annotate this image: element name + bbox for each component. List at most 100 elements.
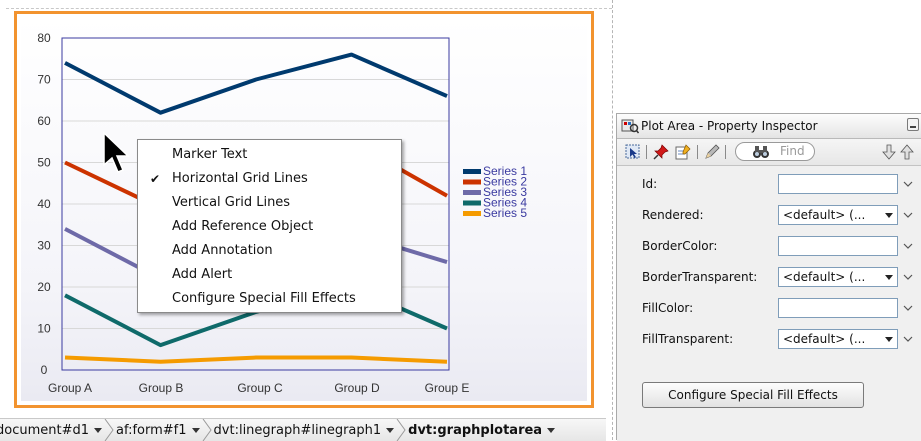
x-tick-label: Group D (334, 381, 380, 395)
menu-item-add-reference-object[interactable]: Add Reference Object (138, 215, 401, 239)
inspector-titlebar: Plot Area - Property Inspector (617, 114, 921, 139)
chevron-down-icon[interactable] (94, 427, 103, 433)
arrow-down-icon[interactable] (881, 144, 897, 160)
menu-item-label: Marker Text (172, 147, 248, 162)
chevron-down-icon[interactable] (903, 304, 913, 312)
component-breadcrumb: document#d1 af:form#f1 dvt:linegraph#lin… (0, 418, 606, 441)
pointer-cursor-icon (103, 131, 130, 173)
filltransparent-select[interactable]: <default> (... (778, 329, 898, 349)
chevron-down-icon[interactable] (903, 335, 913, 343)
menu-item-horizontal-grid-lines[interactable]: ✔ Horizontal Grid Lines (138, 167, 401, 191)
breadcrumb-item-form[interactable]: af:form#f1 (114, 419, 202, 441)
breadcrumb-separator-icon (202, 419, 212, 441)
breadcrumb-item-linegraph[interactable]: dvt:linegraph#linegraph1 (212, 419, 397, 441)
legend-swatch (463, 179, 481, 185)
property-label: Id: (642, 177, 658, 191)
y-tick-label: 10 (37, 322, 51, 336)
dropdown-arrow-icon (885, 337, 893, 342)
arrow-up-icon[interactable] (899, 144, 915, 160)
find-field[interactable]: Find (735, 142, 815, 161)
id-field[interactable] (778, 174, 898, 194)
menu-item-label: Add Reference Object (172, 219, 314, 234)
y-tick-label: 0 (41, 363, 48, 377)
x-tick-label: Group C (237, 381, 283, 395)
fillcolor-field[interactable] (778, 298, 898, 318)
chevron-down-icon[interactable] (903, 273, 913, 281)
inspector-toolbar: Find (617, 139, 921, 166)
toolbar-separator (646, 145, 647, 159)
dropdown-arrow-icon (885, 213, 893, 218)
binoculars-icon (753, 146, 769, 158)
menu-item-add-alert[interactable]: Add Alert (138, 263, 401, 287)
chevron-down-icon[interactable] (903, 211, 913, 219)
x-tick-label: Group B (139, 381, 184, 395)
breadcrumb-item-graphplotarea[interactable]: dvt:graphplotarea (406, 419, 557, 441)
select-value: <default> (... (783, 332, 866, 346)
property-row-rendered: Rendered: <default> (... (617, 205, 921, 227)
y-tick-label: 60 (37, 114, 51, 128)
breadcrumb-separator-icon (104, 419, 114, 441)
bordertransparent-select[interactable]: <default> (... (778, 267, 898, 287)
property-row-bordercolor: BorderColor: (617, 236, 921, 258)
menu-item-add-annotation[interactable]: Add Annotation (138, 239, 401, 263)
breadcrumb-label: dvt:graphplotarea (408, 422, 543, 438)
menu-item-marker-text[interactable]: Marker Text (138, 143, 401, 167)
chevron-down-icon[interactable] (547, 427, 556, 433)
dropdown-arrow-icon (885, 275, 893, 280)
legend-swatch (463, 200, 481, 206)
property-row-id: Id: (617, 174, 921, 196)
configure-special-fill-effects-button[interactable]: Configure Special Fill Effects (642, 382, 864, 408)
x-tick-label: Group A (48, 381, 92, 395)
breadcrumb-label: af:form#f1 (116, 422, 187, 438)
minimize-icon[interactable] (907, 118, 919, 131)
breadcrumb-label: dvt:linegraph#linegraph1 (213, 422, 382, 438)
edit-icon[interactable] (675, 144, 691, 160)
toolbar-separator (697, 145, 698, 159)
property-label: BorderColor: (642, 239, 718, 253)
y-tick-label: 50 (37, 156, 51, 170)
legend-label: Series 5 (483, 206, 527, 220)
menu-item-label: Horizontal Grid Lines (172, 171, 308, 186)
chevron-down-icon[interactable] (386, 427, 395, 433)
y-tick-label: 20 (37, 280, 51, 294)
toolbar-separator (725, 145, 726, 159)
breadcrumb-item-document[interactable]: document#d1 (0, 419, 104, 441)
graph-context-menu: Marker Text ✔ Horizontal Grid Lines Vert… (137, 139, 402, 313)
pin-icon[interactable] (653, 144, 669, 160)
y-tick-label: 40 (37, 197, 51, 211)
property-row-filltransparent: FillTransparent: <default> (... (617, 329, 921, 351)
menu-item-vertical-grid-lines[interactable]: Vertical Grid Lines (138, 191, 401, 215)
bordercolor-field[interactable] (778, 236, 898, 256)
chevron-down-icon[interactable] (903, 180, 913, 188)
menu-item-label: Add Annotation (172, 243, 273, 258)
select-value: <default> (... (783, 270, 866, 284)
design-canvas: 0 10 20 30 40 50 60 70 80 Group A Group B Group C Gr… (0, 0, 613, 441)
legend-swatch (463, 169, 481, 174)
property-label: Rendered: (642, 208, 704, 222)
inspector-title: Plot Area - Property Inspector (641, 119, 818, 133)
breadcrumb-separator-icon (396, 419, 406, 441)
property-inspector-panel: Plot Area - Property Inspector Find Id: … (616, 113, 921, 441)
y-tick-label: 30 (37, 239, 51, 253)
menu-item-label: Vertical Grid Lines (172, 195, 291, 210)
select-icon[interactable] (625, 144, 641, 160)
menu-item-label: Configure Special Fill Effects (172, 291, 356, 306)
breadcrumb-label: document#d1 (0, 422, 90, 438)
pencil-icon[interactable] (704, 144, 720, 160)
select-value: <default> (... (783, 208, 866, 222)
chevron-down-icon[interactable] (903, 242, 913, 250)
y-tick-label: 70 (37, 73, 51, 87)
legend-swatch (463, 211, 481, 216)
series-line-5 (64, 355, 448, 364)
property-row-bordertransparent: BorderTransparent: <default> (... (617, 267, 921, 289)
inspector-title-icon (621, 119, 639, 134)
x-tick-label: Group E (425, 381, 470, 395)
checkmark-icon: ✔ (150, 172, 161, 186)
property-row-fillcolor: FillColor: (617, 298, 921, 320)
y-tick-label: 80 (37, 31, 51, 45)
rendered-select[interactable]: <default> (... (778, 205, 898, 225)
series-line-1 (64, 52, 448, 115)
menu-item-configure-special-fill-effects[interactable]: Configure Special Fill Effects (138, 287, 401, 311)
property-label: FillTransparent: (642, 332, 734, 346)
chevron-down-icon[interactable] (191, 427, 200, 433)
